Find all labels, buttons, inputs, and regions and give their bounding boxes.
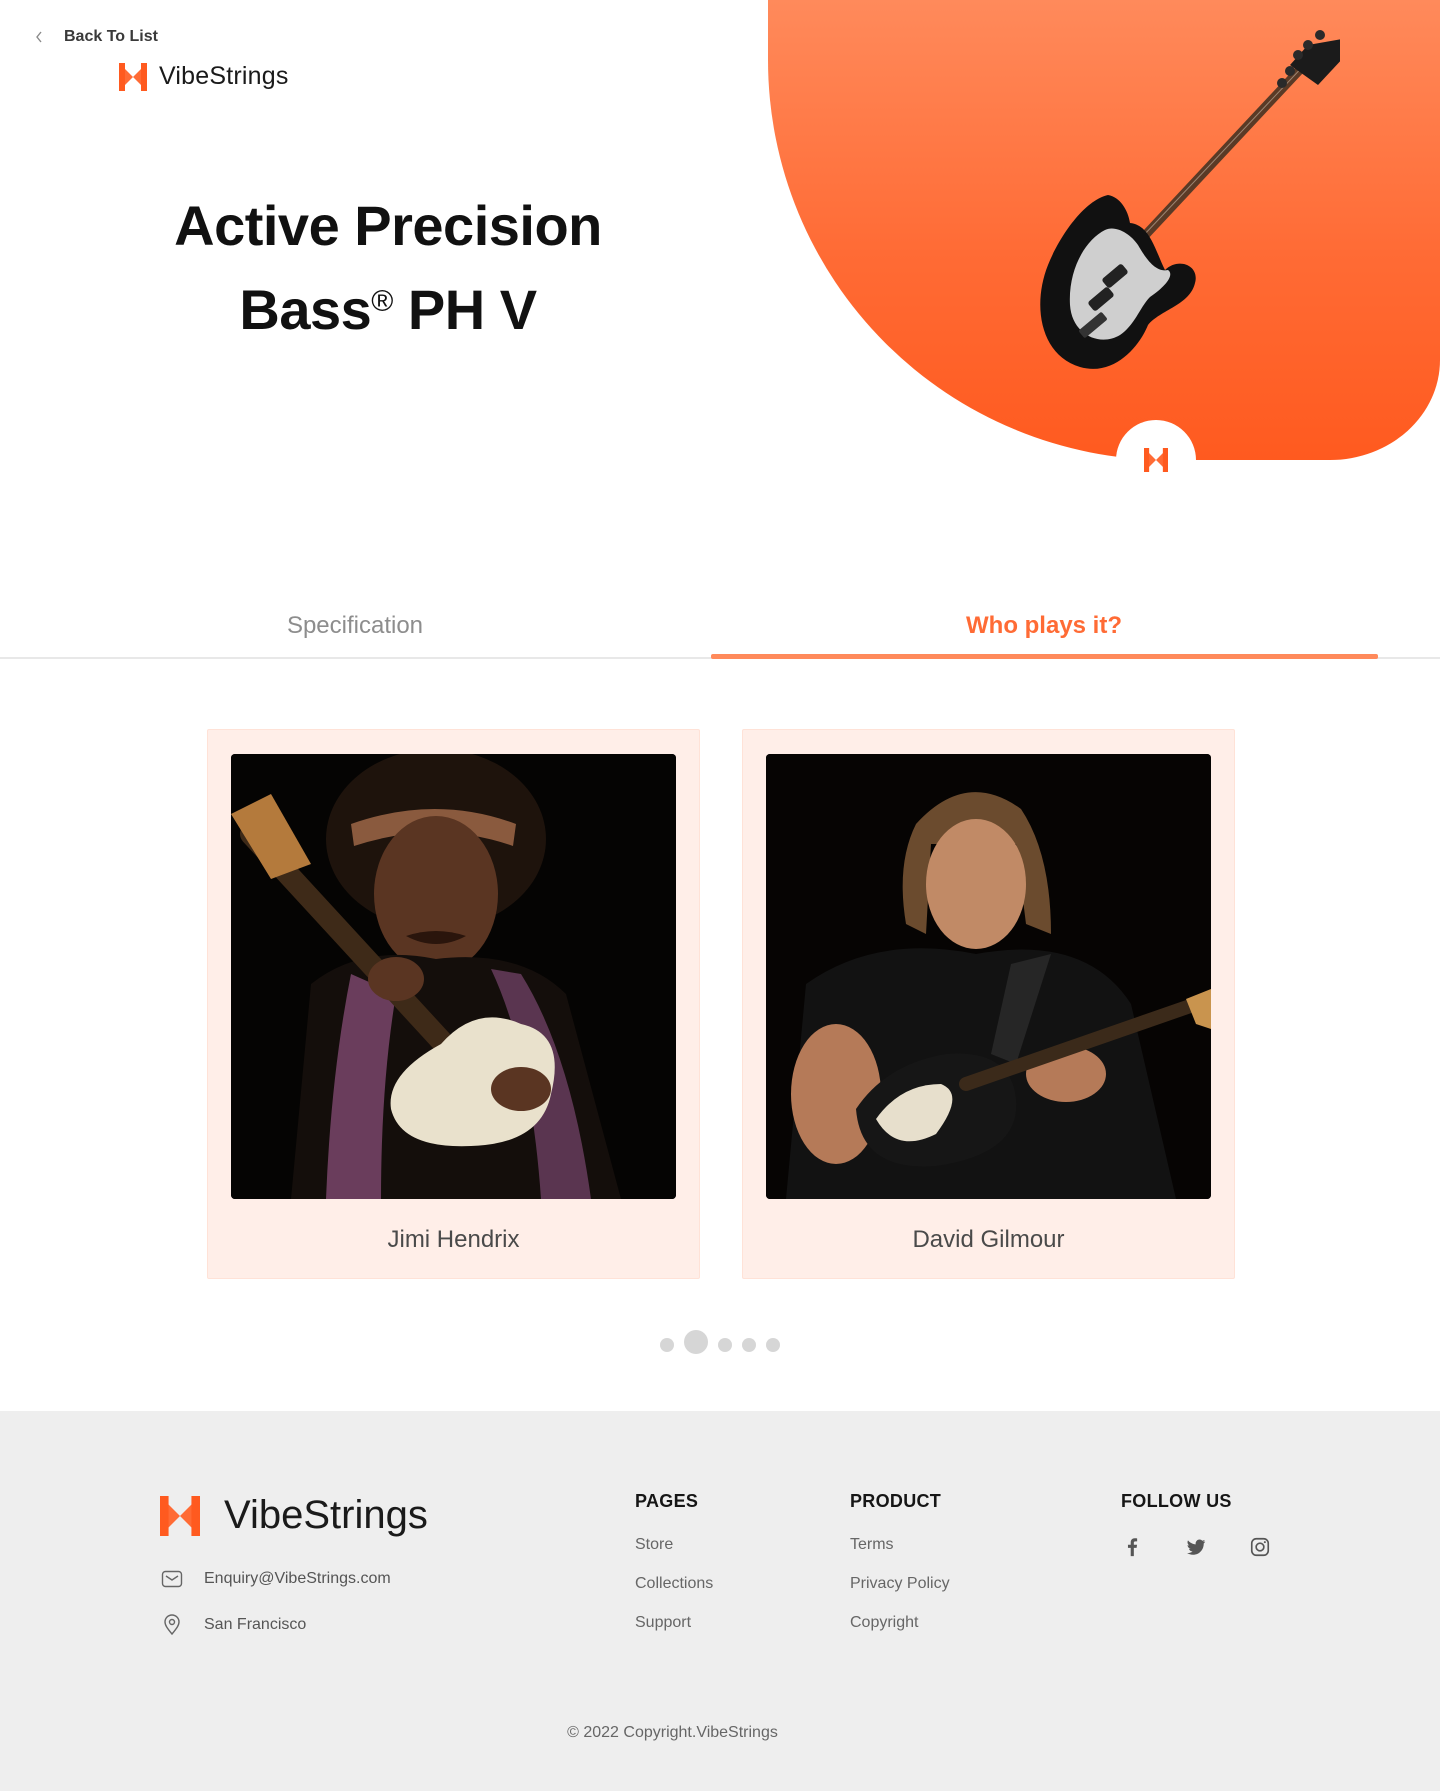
- mail-icon: [161, 1570, 183, 1588]
- player-name: David Gilmour: [912, 1226, 1065, 1253]
- footer-link-collections[interactable]: Collections: [635, 1575, 713, 1593]
- footer-product-title: PRODUCT: [850, 1491, 942, 1511]
- footer-product-column: PRODUCT Terms Privacy Policy Copyright: [850, 1491, 950, 1653]
- social-links: [1121, 1536, 1271, 1558]
- chevron-left-icon: [36, 31, 42, 43]
- back-to-list-label: Back To List: [64, 28, 158, 45]
- footer-location-text: San Francisco: [204, 1616, 307, 1633]
- hero-logo-badge: [1116, 420, 1196, 500]
- brand-name: VibeStrings: [159, 62, 289, 90]
- carousel-dots: [660, 1330, 780, 1358]
- carousel-dot[interactable]: [718, 1338, 732, 1352]
- product-title: Active Precision Bass® PH V: [140, 188, 636, 348]
- active-tab-indicator: [711, 654, 1378, 659]
- vibestrings-logo-icon: [119, 62, 147, 91]
- carousel-dot[interactable]: [742, 1338, 756, 1352]
- facebook-icon[interactable]: [1121, 1536, 1143, 1558]
- tab-specification[interactable]: Specification: [0, 612, 710, 640]
- footer-email[interactable]: Enquiry@VibeStrings.com: [160, 1567, 391, 1591]
- footer-follow-title: FOLLOW US: [1121, 1491, 1232, 1511]
- footer: VibeStrings Enquiry@VibeStrings.com San …: [0, 1411, 1440, 1791]
- instagram-icon[interactable]: [1249, 1536, 1271, 1558]
- location-pin-icon: [164, 1614, 180, 1636]
- player-photo-illustration: [231, 754, 676, 1199]
- twitter-icon[interactable]: [1185, 1536, 1207, 1558]
- product-title-line2-a: Bass: [239, 278, 372, 341]
- player-name: Jimi Hendrix: [387, 1226, 520, 1253]
- footer-link-store[interactable]: Store: [635, 1536, 713, 1554]
- vibestrings-logo-icon: [160, 1495, 200, 1536]
- vibestrings-badge-icon: [1144, 448, 1168, 472]
- copyright-text: © 2022 Copyright.VibeStrings: [567, 1724, 778, 1741]
- footer-link-terms[interactable]: Terms: [850, 1536, 950, 1554]
- footer-link-copyright[interactable]: Copyright: [850, 1614, 950, 1632]
- footer-link-support[interactable]: Support: [635, 1614, 713, 1632]
- back-to-list-link[interactable]: Back To List: [34, 28, 158, 46]
- brand-logo[interactable]: VibeStrings: [119, 62, 289, 91]
- footer-pages-title: PAGES: [635, 1491, 699, 1511]
- footer-brand[interactable]: VibeStrings: [160, 1493, 428, 1538]
- bass-guitar-image: [1040, 30, 1340, 369]
- footer-location: San Francisco: [160, 1613, 306, 1637]
- footer-link-privacy-policy[interactable]: Privacy Policy: [850, 1575, 950, 1593]
- carousel-dot-active[interactable]: [684, 1330, 708, 1354]
- registered-mark: ®: [371, 285, 393, 318]
- footer-follow-column: FOLLOW US: [1121, 1491, 1271, 1558]
- player-photo-david-gilmour: [766, 754, 1211, 1199]
- footer-email-text: Enquiry@VibeStrings.com: [204, 1570, 391, 1587]
- player-photo-illustration: [766, 754, 1211, 1199]
- player-card-david-gilmour[interactable]: David Gilmour: [742, 729, 1235, 1279]
- product-title-line1: Active Precision: [174, 194, 602, 257]
- player-card-jimi-hendrix[interactable]: Jimi Hendrix: [207, 729, 700, 1279]
- player-photo-jimi-hendrix: [231, 754, 676, 1199]
- footer-brand-name: VibeStrings: [224, 1493, 428, 1537]
- carousel-dot[interactable]: [660, 1338, 674, 1352]
- tab-who-plays-it[interactable]: Who plays it?: [710, 612, 1378, 640]
- carousel-dot[interactable]: [766, 1338, 780, 1352]
- product-title-line2-b: PH V: [392, 278, 537, 341]
- footer-pages-column: PAGES Store Collections Support: [635, 1491, 713, 1653]
- product-tabs: Specification Who plays it?: [0, 600, 1440, 660]
